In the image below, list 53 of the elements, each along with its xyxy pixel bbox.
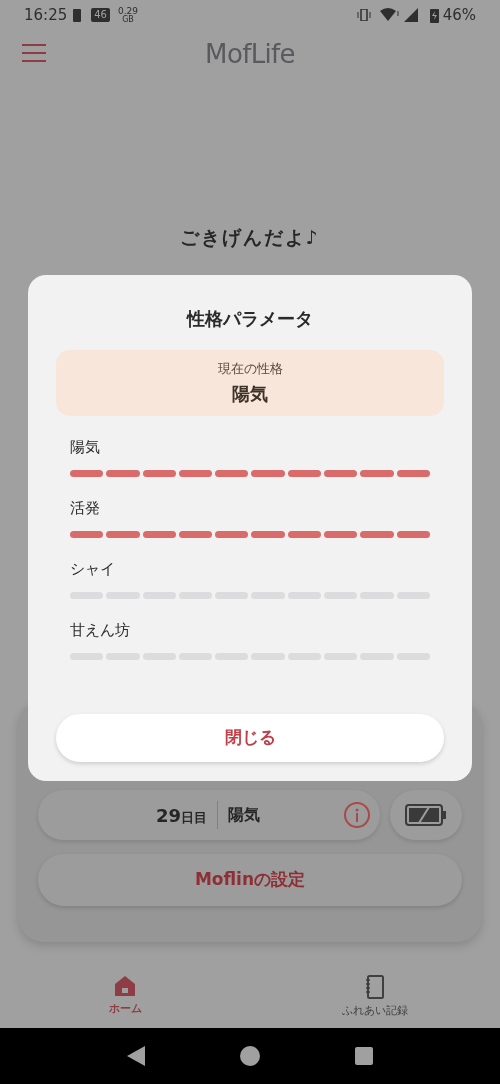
- network-badge: 46: [91, 8, 110, 22]
- home-icon: [114, 975, 136, 997]
- meter-segment: [178, 470, 213, 477]
- dialog-title: 性格パラメータ: [185, 307, 314, 331]
- data-unit: GB: [122, 15, 134, 24]
- nav-tab[interactable]: ふれあい記録: [250, 975, 500, 1028]
- meter-segment: [106, 531, 140, 538]
- data-amount: 0.29: [117, 6, 138, 16]
- meter-segment: [142, 470, 176, 477]
- meter-segment: [106, 470, 140, 477]
- battery-saver-icon: [73, 8, 82, 22]
- battery-charging-icon: [405, 804, 447, 826]
- meter-segment: [215, 531, 249, 538]
- battery-button[interactable]: [390, 790, 462, 840]
- current-personality-value: 陽気: [232, 382, 268, 407]
- meter-segment: [70, 470, 104, 477]
- current-personality-label: 現在の性格: [217, 359, 283, 378]
- meter-segment: [324, 470, 358, 477]
- menu-button[interactable]: [22, 42, 48, 64]
- trait-label: 陽気: [70, 437, 101, 458]
- meter-segment: [324, 531, 358, 538]
- back-button[interactable]: [127, 1046, 146, 1066]
- meter-segment: [360, 470, 394, 477]
- vibrate-icon: [355, 9, 372, 21]
- meter-segment: [215, 470, 249, 477]
- close-button[interactable]: 閉じる: [56, 714, 444, 762]
- battery-charging-icon: [429, 7, 439, 23]
- meter-segment: [251, 470, 285, 477]
- personality-label: 陽気: [228, 804, 261, 826]
- meter-segment: [360, 531, 394, 538]
- home-button[interactable]: [240, 1046, 260, 1066]
- trait-label: シャイ: [70, 559, 116, 580]
- notebook-icon: [364, 975, 386, 999]
- meter-segment: [287, 531, 322, 538]
- moflin-settings-button[interactable]: Moflinの設定: [38, 854, 462, 906]
- wifi-icon: [379, 8, 400, 22]
- nav-tab[interactable]: ホーム: [0, 975, 250, 1028]
- meter-segment: [396, 531, 430, 538]
- greeting-text: ごきげんだよ♪: [179, 225, 321, 247]
- meter-segment: [70, 531, 104, 538]
- day-count: 29日目: [156, 803, 208, 828]
- trait-label: 甘えん坊: [70, 620, 131, 641]
- meter-segment: [142, 531, 176, 538]
- status-time: 16:25: [24, 4, 68, 26]
- trait-label: 活発: [70, 498, 101, 519]
- meter-segment: [396, 470, 430, 477]
- info-icon: [355, 808, 359, 822]
- meter-segment: [251, 531, 285, 538]
- meter-segment: [178, 531, 213, 538]
- meter-segment: [287, 470, 322, 477]
- recents-button[interactable]: [354, 1047, 373, 1065]
- battery-percent: 46%: [442, 4, 476, 26]
- app-logo: MofLife: [205, 37, 295, 71]
